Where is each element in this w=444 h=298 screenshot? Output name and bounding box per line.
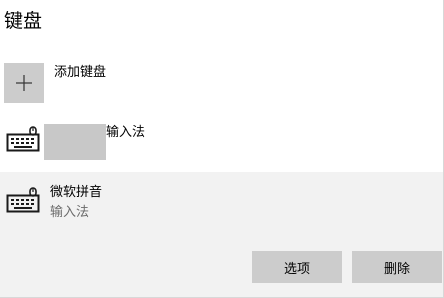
- keyboard-settings-panel: 键盘 添加键盘 输入法 微软拼音 输入法 选项 删除: [0, 0, 444, 298]
- ime-name: 微软拼音: [50, 185, 103, 200]
- plus-icon: [16, 75, 32, 91]
- ime-list-item-selected[interactable]: 微软拼音 输入法 选项 删除: [0, 172, 443, 297]
- add-keyboard-label: 添加键盘: [54, 65, 107, 80]
- add-keyboard-row[interactable]: 添加键盘: [0, 56, 443, 110]
- redacted-keyboard-name: [44, 124, 106, 160]
- keyboard-icon: [6, 187, 40, 213]
- ime-type-label: 输入法: [50, 205, 90, 220]
- add-keyboard-tile[interactable]: [4, 63, 44, 103]
- keyboard-list-item[interactable]: 输入法: [0, 114, 443, 166]
- keyboard-icon: [6, 126, 40, 152]
- options-button[interactable]: 选项: [252, 251, 342, 283]
- page-title: 键盘: [4, 10, 43, 32]
- delete-button[interactable]: 删除: [352, 251, 442, 283]
- keyboard-sublabel: 输入法: [106, 125, 146, 140]
